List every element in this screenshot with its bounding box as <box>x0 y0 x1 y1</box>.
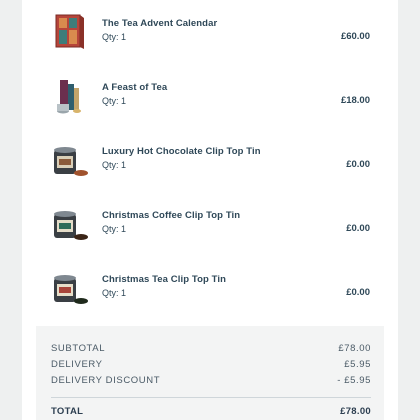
order-item: Luxury Hot Chocolate Clip Top Tin Qty: 1… <box>22 138 398 202</box>
item-price: £18.00 <box>340 95 370 106</box>
item-price: £0.00 <box>346 223 370 234</box>
item-name[interactable]: Luxury Hot Chocolate Clip Top Tin <box>102 146 261 157</box>
order-item: Christmas Tea Clip Top Tin Qty: 1 £0.00 <box>22 266 398 330</box>
total-value: £78.00 <box>340 406 371 417</box>
delivery-discount-row: DELIVERY DISCOUNT - £5.95 <box>51 375 371 389</box>
tea-gift-set-icon <box>48 74 90 116</box>
order-item: The Tea Advent Calendar Qty: 1 £60.00 <box>22 10 398 74</box>
delivery-value: £5.95 <box>344 359 371 370</box>
item-quantity: Qty: 1 <box>102 160 127 170</box>
total-label: TOTAL <box>51 406 84 417</box>
delivery-label: DELIVERY <box>51 359 103 370</box>
item-name[interactable]: The Tea Advent Calendar <box>102 18 217 29</box>
item-name[interactable]: Christmas Tea Clip Top Tin <box>102 274 226 285</box>
delivery-discount-value: - £5.95 <box>337 375 371 386</box>
item-quantity: Qty: 1 <box>102 288 127 298</box>
coffee-tin-icon <box>48 202 90 244</box>
order-summary: SUBTOTAL £78.00 DELIVERY £5.95 DELIVERY … <box>36 326 384 420</box>
total-row: TOTAL £78.00 <box>51 406 371 420</box>
item-quantity: Qty: 1 <box>102 224 127 234</box>
item-price: £0.00 <box>346 159 370 170</box>
order-item: Christmas Coffee Clip Top Tin Qty: 1 £0.… <box>22 202 398 266</box>
subtotal-row: SUBTOTAL £78.00 <box>51 343 371 357</box>
item-quantity: Qty: 1 <box>102 32 127 42</box>
delivery-row: DELIVERY £5.95 <box>51 359 371 373</box>
subtotal-label: SUBTOTAL <box>51 343 106 354</box>
subtotal-value: £78.00 <box>338 343 371 354</box>
advent-calendar-icon <box>48 10 90 52</box>
item-price: £0.00 <box>346 287 370 298</box>
tea-tin-icon <box>48 266 90 308</box>
summary-divider <box>51 397 371 398</box>
item-name[interactable]: A Feast of Tea <box>102 82 167 93</box>
item-name[interactable]: Christmas Coffee Clip Top Tin <box>102 210 240 221</box>
item-price: £60.00 <box>340 31 370 42</box>
delivery-discount-label: DELIVERY DISCOUNT <box>51 375 161 386</box>
item-quantity: Qty: 1 <box>102 96 127 106</box>
order-item: A Feast of Tea Qty: 1 £18.00 <box>22 74 398 138</box>
hot-chocolate-tin-icon <box>48 138 90 180</box>
